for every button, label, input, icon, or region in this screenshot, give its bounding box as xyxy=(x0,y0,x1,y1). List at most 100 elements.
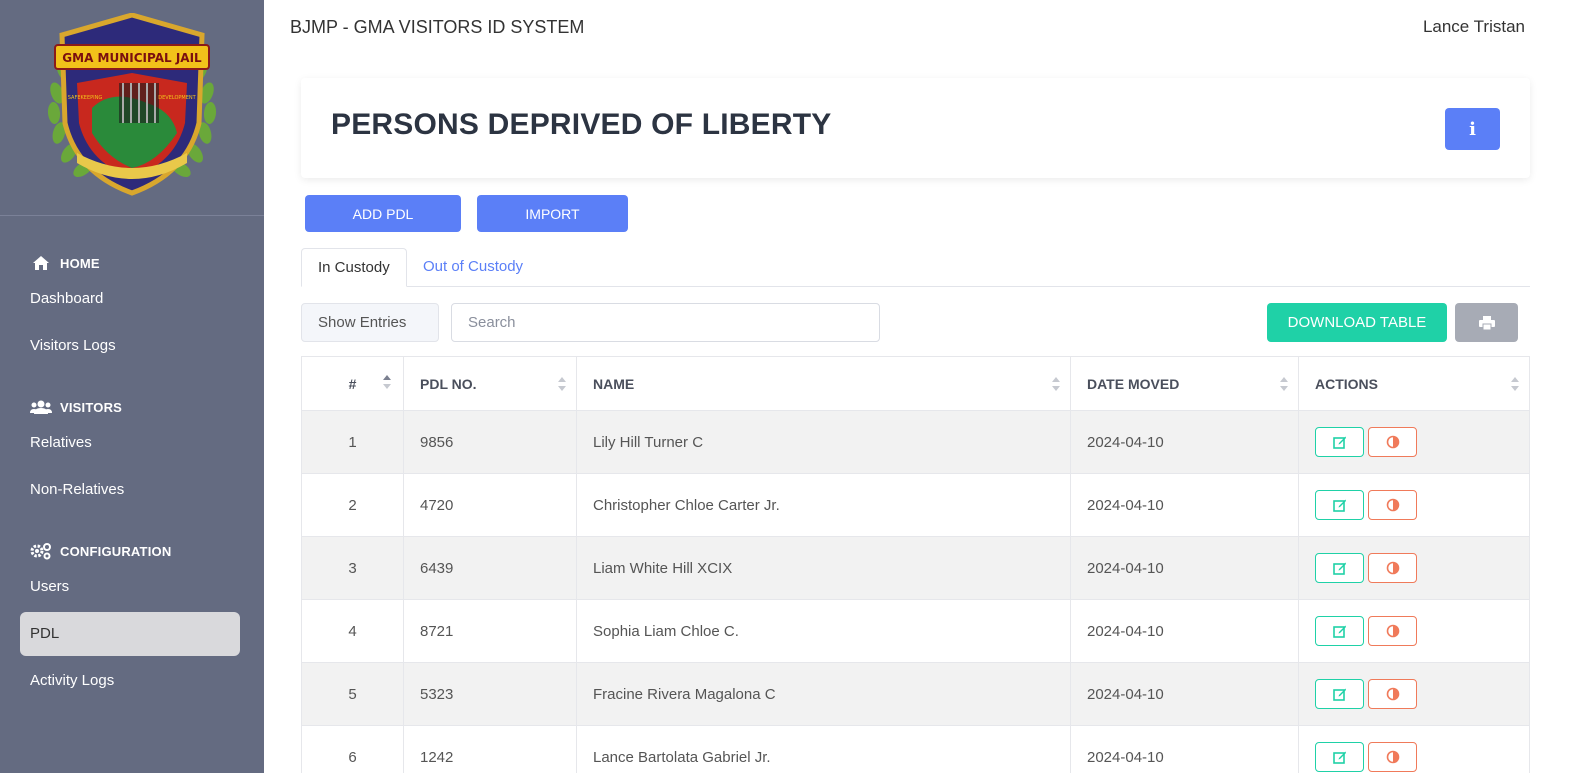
sidebar-item-pdl[interactable]: PDL xyxy=(20,612,240,656)
sort-icon xyxy=(558,376,566,391)
tab-in-custody[interactable]: In Custody xyxy=(301,248,407,287)
edit-button[interactable] xyxy=(1315,679,1364,709)
col-number-header[interactable]: # xyxy=(302,357,404,410)
adjust-icon xyxy=(1386,435,1399,449)
edit-icon xyxy=(1332,436,1346,449)
sort-icon xyxy=(1280,376,1288,391)
svg-text:GMA MUNICIPAL JAIL: GMA MUNICIPAL JAIL xyxy=(62,51,202,65)
cell-actions xyxy=(1299,663,1529,725)
cell-pdl-no: 8721 xyxy=(404,600,577,662)
table-row: 4 8721 Sophia Liam Chloe C. 2024-04-10 xyxy=(302,600,1529,663)
download-table-button[interactable]: DOWNLOAD TABLE xyxy=(1267,303,1447,342)
cogs-icon xyxy=(30,542,52,560)
col-actions-header[interactable]: ACTIONS xyxy=(1299,357,1529,410)
edit-button[interactable] xyxy=(1315,490,1364,520)
cell-date-moved: 2024-04-10 xyxy=(1071,600,1299,662)
cell-date-moved: 2024-04-10 xyxy=(1071,411,1299,473)
search-input[interactable] xyxy=(451,303,880,342)
print-button[interactable] xyxy=(1455,303,1518,342)
info-icon: i xyxy=(1469,118,1476,140)
cell-actions xyxy=(1299,474,1529,536)
cell-date-moved: 2024-04-10 xyxy=(1071,537,1299,599)
table-header-row: # PDL NO. NAME DATE MOVED ACTIONS xyxy=(302,357,1529,411)
table-row: 1 9856 Lily Hill Turner C 2024-04-10 xyxy=(302,411,1529,474)
sidebar-item-dashboard[interactable]: Dashboard xyxy=(20,277,240,321)
sidebar-item-relatives[interactable]: Relatives xyxy=(20,421,240,465)
table-row: 3 6439 Liam White Hill XCIX 2024-04-10 xyxy=(302,537,1529,600)
cell-date-moved: 2024-04-10 xyxy=(1071,663,1299,725)
logo-area: GMA MUNICIPAL JAIL SAFEKEEPING DEVELOPME… xyxy=(0,0,264,216)
adjust-icon xyxy=(1386,750,1399,764)
show-entries-select[interactable]: Show Entries xyxy=(301,303,439,342)
edit-button[interactable] xyxy=(1315,553,1364,583)
toggle-status-button[interactable] xyxy=(1368,616,1417,646)
cell-number: 6 xyxy=(302,726,404,773)
col-name-header[interactable]: NAME xyxy=(577,357,1071,410)
custody-tabs: In Custody Out of Custody xyxy=(301,248,1530,287)
cell-pdl-no: 4720 xyxy=(404,474,577,536)
adjust-icon xyxy=(1386,624,1399,638)
section-configuration-label: CONFIGURATION xyxy=(60,543,172,559)
cell-name: Lance Bartolata Gabriel Jr. xyxy=(577,726,1071,773)
toggle-status-button[interactable] xyxy=(1368,742,1417,772)
col-pdl-no-header[interactable]: PDL NO. xyxy=(404,357,577,410)
sort-icon xyxy=(1052,376,1060,391)
page-title: PERSONS DEPRIVED OF LIBERTY xyxy=(331,108,832,141)
users-icon xyxy=(30,398,52,416)
cell-name: Sophia Liam Chloe C. xyxy=(577,600,1071,662)
toggle-status-button[interactable] xyxy=(1368,553,1417,583)
pdl-table: # PDL NO. NAME DATE MOVED ACTIONS 1 9856… xyxy=(301,356,1530,773)
cell-date-moved: 2024-04-10 xyxy=(1071,474,1299,536)
edit-icon xyxy=(1332,499,1346,512)
edit-button[interactable] xyxy=(1315,616,1364,646)
edit-button[interactable] xyxy=(1315,427,1364,457)
toggle-status-button[interactable] xyxy=(1368,427,1417,457)
sort-icon xyxy=(383,375,391,389)
home-icon xyxy=(30,254,52,272)
cell-actions xyxy=(1299,537,1529,599)
cell-name: Liam White Hill XCIX xyxy=(577,537,1071,599)
import-button[interactable]: IMPORT xyxy=(477,195,628,232)
table-row: 5 5323 Fracine Rivera Magalona C 2024-04… xyxy=(302,663,1529,726)
adjust-icon xyxy=(1386,498,1399,512)
table-row: 6 1242 Lance Bartolata Gabriel Jr. 2024-… xyxy=(302,726,1529,773)
sidebar-item-users[interactable]: Users xyxy=(20,565,240,609)
cell-name: Fracine Rivera Magalona C xyxy=(577,663,1071,725)
toggle-status-button[interactable] xyxy=(1368,679,1417,709)
cell-pdl-no: 1242 xyxy=(404,726,577,773)
info-button[interactable]: i xyxy=(1445,108,1500,150)
cell-name: Lily Hill Turner C xyxy=(577,411,1071,473)
sidebar-item-activity-logs[interactable]: Activity Logs xyxy=(20,659,240,703)
toggle-status-button[interactable] xyxy=(1368,490,1417,520)
cell-number: 2 xyxy=(302,474,404,536)
cell-number: 1 xyxy=(302,411,404,473)
cell-pdl-no: 9856 xyxy=(404,411,577,473)
sidebar-item-non-relatives[interactable]: Non-Relatives xyxy=(20,468,240,512)
cell-name: Christopher Chloe Carter Jr. xyxy=(577,474,1071,536)
cell-actions xyxy=(1299,726,1529,773)
jail-logo: GMA MUNICIPAL JAIL SAFEKEEPING DEVELOPME… xyxy=(47,12,217,196)
cell-actions xyxy=(1299,411,1529,473)
cell-pdl-no: 6439 xyxy=(404,537,577,599)
tab-out-of-custody[interactable]: Out of Custody xyxy=(407,248,539,287)
table-row: 2 4720 Christopher Chloe Carter Jr. 2024… xyxy=(302,474,1529,537)
sidebar-item-visitors-logs[interactable]: Visitors Logs xyxy=(20,324,240,368)
sidebar-nav: HOME Dashboard Visitors Logs VISITORS Re… xyxy=(0,216,264,703)
user-menu[interactable]: Lance Tristan xyxy=(1423,17,1525,37)
edit-button[interactable] xyxy=(1315,742,1364,772)
section-visitors-label: VISITORS xyxy=(60,399,123,415)
edit-icon xyxy=(1332,562,1346,575)
section-home: HOME xyxy=(0,252,264,274)
col-date-moved-header[interactable]: DATE MOVED xyxy=(1071,357,1299,410)
svg-text:DEVELOPMENT: DEVELOPMENT xyxy=(158,95,196,101)
edit-icon xyxy=(1332,625,1346,638)
table-body: 1 9856 Lily Hill Turner C 2024-04-10 2 4… xyxy=(302,411,1529,773)
cell-number: 3 xyxy=(302,537,404,599)
cell-pdl-no: 5323 xyxy=(404,663,577,725)
svg-text:SAFEKEEPING: SAFEKEEPING xyxy=(68,95,103,101)
add-pdl-button[interactable]: ADD PDL xyxy=(305,195,461,232)
cell-date-moved: 2024-04-10 xyxy=(1071,726,1299,773)
adjust-icon xyxy=(1386,687,1399,701)
section-configuration: CONFIGURATION xyxy=(0,540,264,562)
page-header-card: PERSONS DEPRIVED OF LIBERTY i xyxy=(301,78,1530,178)
